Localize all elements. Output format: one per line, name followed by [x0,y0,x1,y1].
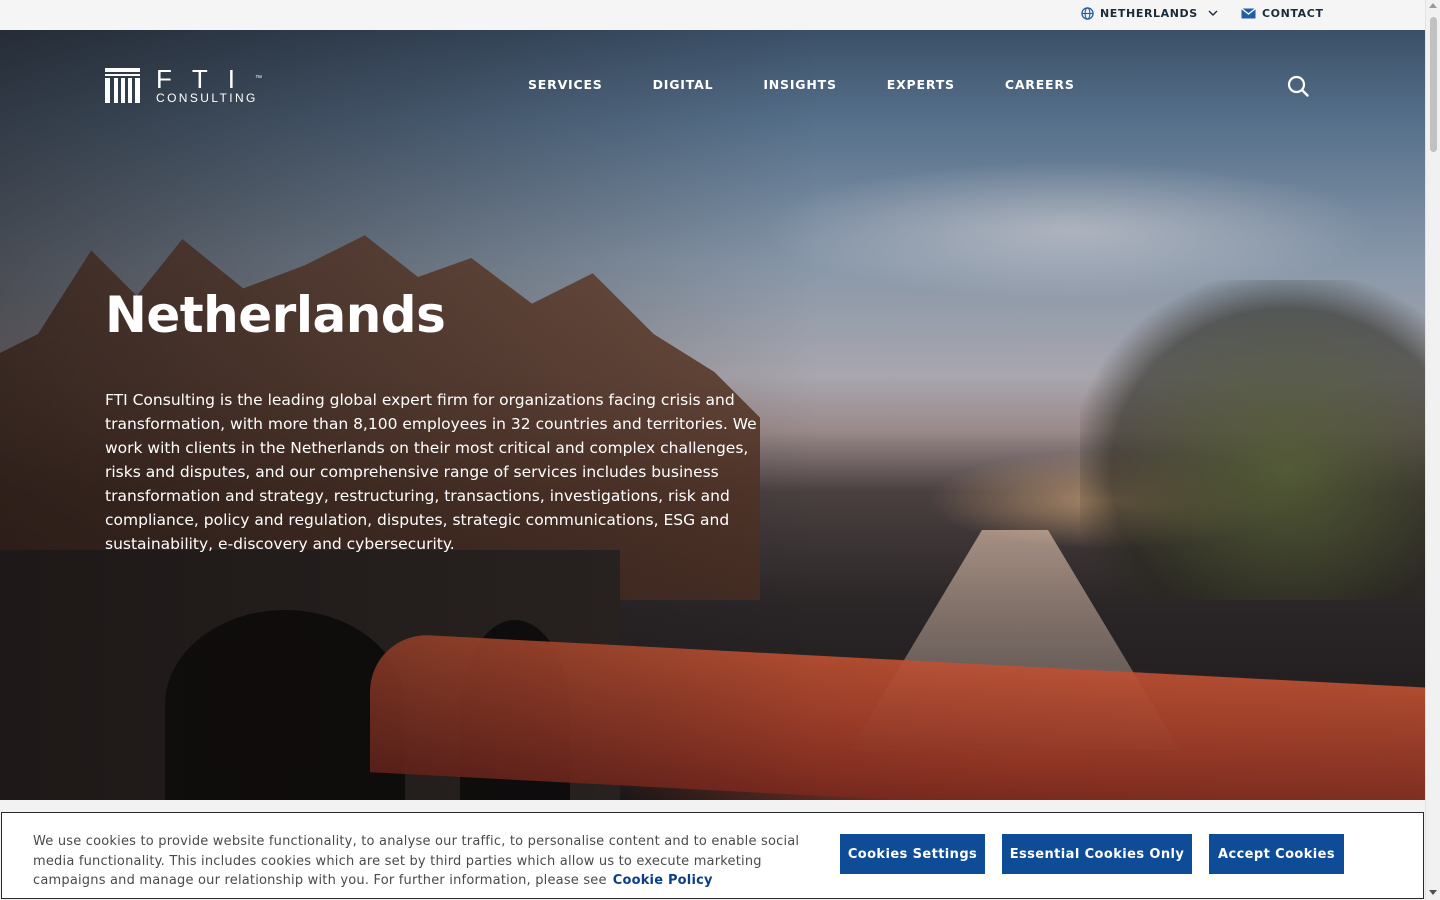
nav-digital[interactable]: DIGITAL [653,77,714,92]
mail-icon [1241,8,1256,19]
cookie-text: We use cookies to provide website functi… [33,832,803,891]
accept-cookies-button[interactable]: Accept Cookies [1209,834,1344,874]
cookie-policy-link[interactable]: Cookie Policy [613,873,713,888]
nav-services[interactable]: SERVICES [528,77,603,92]
fti-logo-mark [105,68,140,103]
contact-label: CONTACT [1262,7,1324,20]
globe-icon [1081,7,1094,20]
hero-description: FTI Consulting is the leading global exp… [105,391,757,553]
search-button[interactable] [1287,75,1309,97]
contact-link[interactable]: CONTACT [1241,7,1324,20]
nav-careers[interactable]: CAREERS [1005,77,1075,92]
search-icon [1287,75,1309,97]
page-title: Netherlands [105,286,446,344]
essential-cookies-button[interactable]: Essential Cookies Only [1002,834,1192,874]
scroll-thumb[interactable] [1430,17,1437,152]
cookies-settings-button[interactable]: Cookies Settings [840,834,985,874]
scroll-up-arrow[interactable] [1429,3,1437,8]
country-selector[interactable]: NETHERLANDS [1081,7,1224,20]
logo-subtitle: CONSULTING [156,91,258,105]
utility-bar: NETHERLANDS CONTACT [0,0,1425,30]
scroll-down-arrow[interactable] [1429,890,1437,895]
nav-insights[interactable]: INSIGHTS [763,77,836,92]
main-nav: SERVICES DIGITAL INSIGHTS EXPERTS CAREER… [528,77,1125,92]
hero-sky [760,160,1380,300]
chevron-down-icon [1208,10,1218,16]
cookie-banner: We use cookies to provide website functi… [1,812,1424,899]
country-label: NETHERLANDS [1100,7,1198,20]
nav-experts[interactable]: EXPERTS [887,77,955,92]
logo-brand: FTI [156,64,255,94]
fti-logo[interactable]: FTI™ CONSULTING [105,66,262,105]
hero-trees [1080,280,1425,600]
page-scrollbar[interactable] [1425,0,1440,900]
logo-trademark: ™ [255,75,262,82]
